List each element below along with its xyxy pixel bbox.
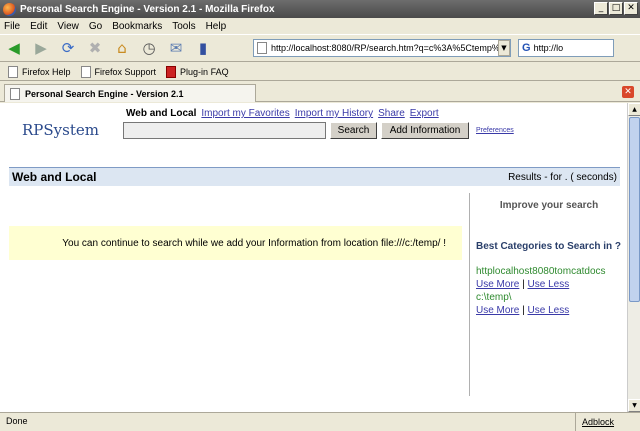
bookmark-firefox-support[interactable]: Firefox Support [80,65,156,78]
import-history-link[interactable]: Import my History [295,108,373,119]
use-more-link[interactable]: Use More [476,279,519,290]
window-title: Personal Search Engine - Version 2.1 - M… [20,3,275,15]
stop-icon[interactable]: ✖ [85,38,105,58]
history-clock-icon[interactable]: ◷ [139,38,159,58]
scroll-thumb[interactable] [629,117,640,302]
address-bar[interactable]: http://localhost:8080/RP/search.htm?q=c%… [253,39,511,57]
share-link[interactable]: Share [378,108,405,119]
use-less-link[interactable]: Use Less [528,305,570,316]
add-information-button[interactable]: Add Information [381,122,469,139]
category-actions: Use More | Use Less [476,304,606,317]
web-search-input[interactable]: G http://lo [518,39,614,57]
column-divider [469,193,470,396]
maximize-icon[interactable]: □ [609,2,623,15]
plugin-icon [166,65,177,78]
search-query-input[interactable] [123,122,326,139]
menu-bookmarks[interactable]: Bookmarks [112,21,162,32]
page-icon [80,65,91,78]
menu-view[interactable]: View [57,21,79,32]
bookmark-firefox-help[interactable]: Firefox Help [8,65,71,78]
window-controls: _ □ ✕ [594,2,638,15]
improve-search-heading: Improve your search [499,200,599,211]
tab-web-and-local[interactable]: Web and Local [126,108,196,119]
results-summary: Results - for . ( seconds) [508,171,617,183]
menu-bar: File Edit View Go Bookmarks Tools Help [0,18,640,34]
page-content: RPSystem Web and Local Import my Favorit… [0,103,627,412]
home-icon[interactable]: ⌂ [112,38,132,58]
search-button[interactable]: Search [330,122,377,139]
import-favorites-link[interactable]: Import my Favorites [201,108,289,119]
bookmarks-book-icon[interactable]: ▮ [193,38,213,58]
page-icon [8,65,18,78]
bookmark-plugin-faq[interactable]: Plug-in FAQ [166,65,229,78]
minimize-icon[interactable]: _ [594,2,608,15]
category-name: httplocalhost8080tomcatdocs [476,266,606,277]
separator: | [522,305,525,316]
notice-text: You can continue to search while we add … [62,237,446,249]
preferences-link[interactable]: Preferences [476,127,514,134]
reload-icon[interactable]: ⟳ [58,38,78,58]
search-mode-links: Web and Local Import my Favorites Import… [126,108,444,119]
close-tab-icon[interactable]: ✕ [622,86,634,98]
category-actions: Use More | Use Less [476,278,606,291]
back-arrow-icon[interactable]: ◀ [4,38,24,58]
menu-tools[interactable]: Tools [172,21,195,32]
status-text: Done [0,413,576,431]
forward-arrow-icon[interactable]: ▶ [31,38,51,58]
menu-help[interactable]: Help [206,21,227,32]
vertical-scrollbar[interactable]: ▲ ▼ [627,103,640,412]
scroll-down-icon[interactable]: ▼ [628,399,640,412]
menu-edit[interactable]: Edit [30,21,47,32]
close-icon[interactable]: ✕ [624,2,638,15]
page-icon [10,87,20,100]
menu-file[interactable]: File [4,21,20,32]
export-link[interactable]: Export [410,108,439,119]
tab-personal-search-engine[interactable]: Personal Search Engine - Version 2.1 [4,84,256,102]
menu-go[interactable]: Go [89,21,102,32]
section-title: Web and Local [12,170,97,184]
google-icon: G [522,42,531,54]
web-search-value: http://lo [533,43,564,53]
address-url: http://localhost:8080/RP/search.htm?q=c%… [271,43,511,53]
status-bar: Done Adblock [0,412,640,431]
use-less-link[interactable]: Use Less [528,279,570,290]
firefox-icon [3,2,16,16]
rpsystem-logo: RPSystem [22,121,99,139]
mail-icon[interactable]: ✉ [166,38,186,58]
scroll-up-icon[interactable]: ▲ [628,103,640,116]
page-icon [257,42,267,54]
bookmarks-toolbar: Firefox Help Firefox Support Plug-in FAQ [0,63,640,81]
best-categories-heading: Best Categories to Search in ? [476,241,622,252]
category-list: httplocalhost8080tomcatdocs Use More | U… [476,265,606,317]
address-dropdown-icon[interactable]: ▼ [498,40,510,56]
use-more-link[interactable]: Use More [476,305,519,316]
window-titlebar: Personal Search Engine - Version 2.1 - M… [0,0,640,18]
adblock-link[interactable]: Adblock [576,417,614,427]
results-header: Web and Local Results - for . ( seconds) [9,167,620,186]
category-name: c:\temp\ [476,292,512,303]
indexing-notice: You can continue to search while we add … [9,226,462,260]
tab-bar: Personal Search Engine - Version 2.1 ✕ [0,82,640,102]
separator: | [522,279,525,290]
